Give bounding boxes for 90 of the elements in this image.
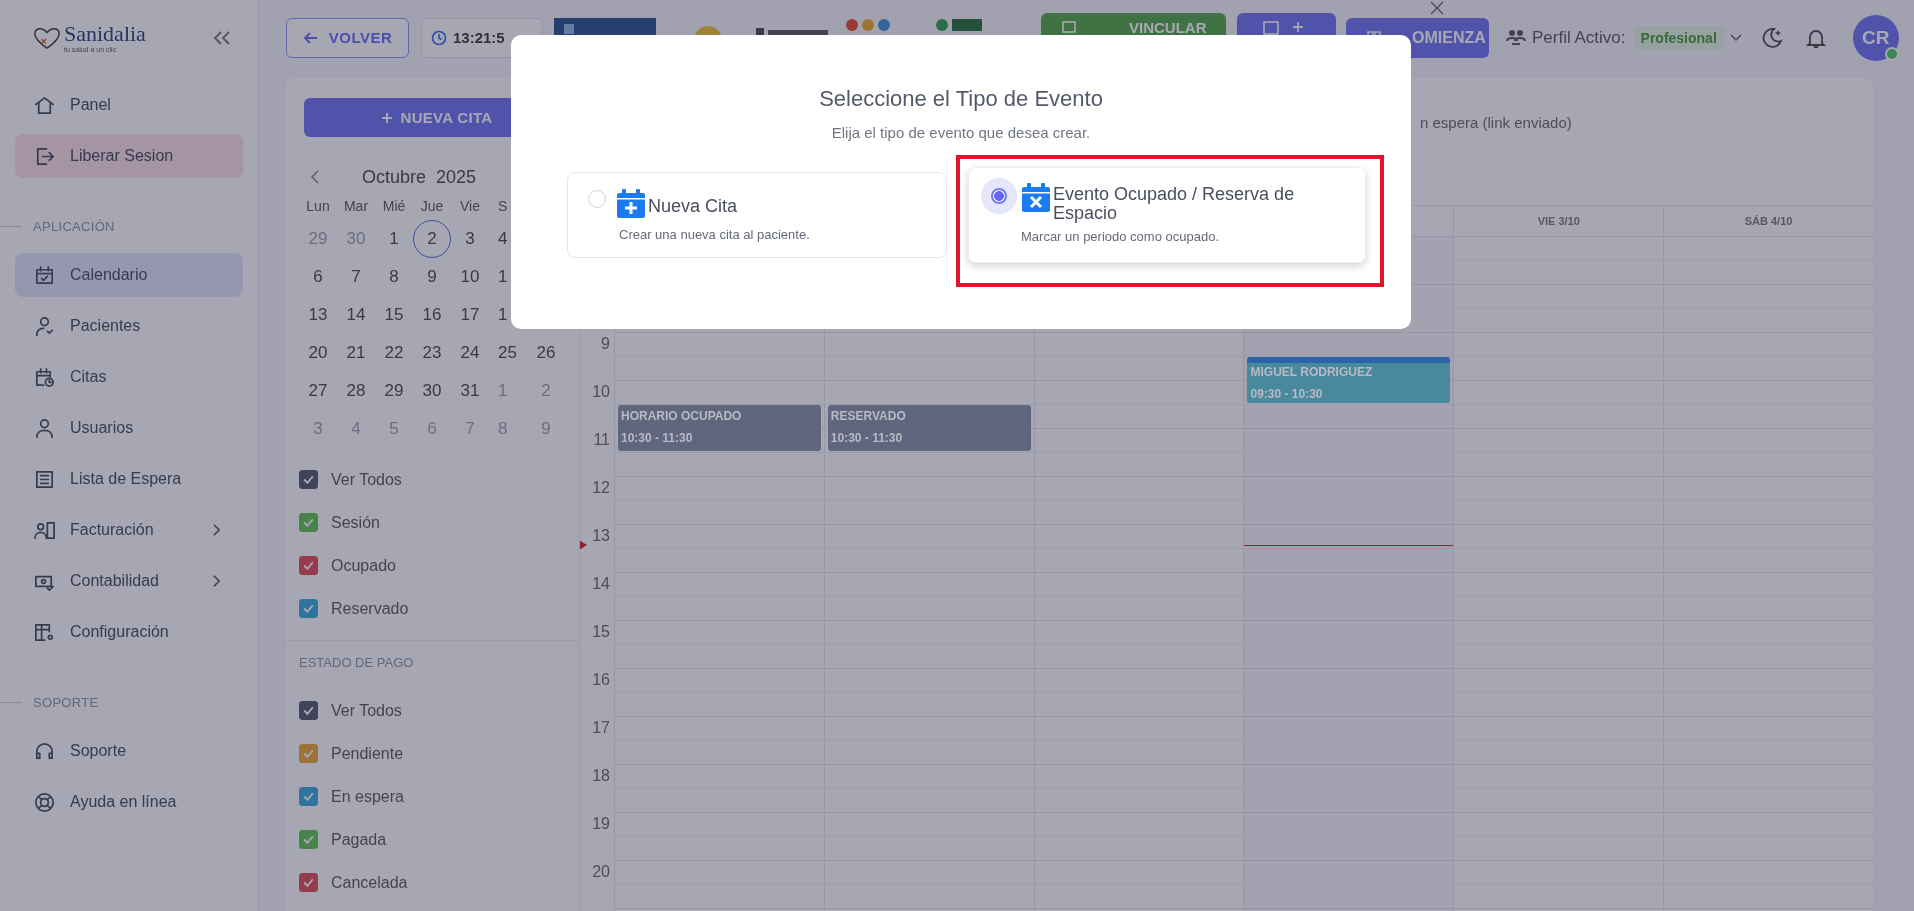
day-header: VIE 3/10: [1537, 215, 1580, 227]
calendar-day[interactable]: 13: [299, 296, 337, 334]
weekday-label: Jue: [419, 198, 445, 216]
day-header: SÁB 4/10: [1744, 215, 1793, 227]
event-title: RESERVADO: [830, 409, 907, 423]
sidebar-item[interactable]: Ayuda en línea: [15, 780, 243, 824]
calendar-day[interactable]: 31: [451, 372, 489, 410]
hour-label: 16: [591, 670, 611, 689]
calendar-day[interactable]: 27: [299, 372, 337, 410]
section-heading: APLICACIÓN: [33, 218, 115, 234]
back-button[interactable]: VOLVER: [286, 17, 409, 58]
calendar-event[interactable]: RESERVADO 10:30 - 11:30: [827, 405, 1031, 451]
weekday-label: Mar: [342, 198, 370, 216]
calendar-day[interactable]: 29: [375, 372, 413, 410]
filter-label: Ocupado: [331, 556, 396, 575]
sidebar-item[interactable]: Liberar Sesion: [15, 134, 243, 178]
filter-heading: ESTADO DE PAGO: [299, 655, 415, 672]
option-title: Evento Ocupado / Reserva de Espacio: [1053, 183, 1296, 223]
calendar-day[interactable]: 26: [527, 334, 565, 372]
calendar-day[interactable]: 21: [337, 334, 375, 372]
calendar-day[interactable]: 25: [489, 334, 527, 372]
filter-label: Pendiente: [331, 744, 404, 763]
option-title: Nueva Cita: [648, 195, 739, 216]
event-title: HORARIO OCUPADO: [621, 409, 743, 423]
calendar-day[interactable]: 20: [299, 334, 337, 372]
calendar-day[interactable]: 17: [451, 296, 489, 334]
year-label: 2025: [436, 166, 477, 188]
dialog-title: Seleccione el Tipo de Evento: [819, 86, 1103, 112]
hour-label: 19: [591, 814, 611, 833]
sidebar-item[interactable]: Calendario: [15, 253, 243, 297]
calendar-day[interactable]: 30: [413, 372, 451, 410]
calendar-day[interactable]: 6: [299, 258, 337, 296]
sidebar-item[interactable]: Lista de Espera: [15, 457, 243, 501]
hour-label: 11: [592, 430, 611, 449]
event-time: 10:30 - 11:30: [621, 431, 694, 445]
calendar-day[interactable]: 28: [337, 372, 375, 410]
weekday-label: Mié: [381, 198, 407, 216]
calendar-day[interactable]: 7: [337, 258, 375, 296]
filter-label: Ver Todos: [331, 701, 402, 720]
calendar-day[interactable]: 15: [375, 296, 413, 334]
section-heading: SOPORTE: [33, 694, 99, 710]
event-time: 09:30 - 10:30: [1250, 387, 1324, 401]
calendar-day[interactable]: 8: [375, 258, 413, 296]
calendar-day[interactable]: 24: [451, 334, 489, 372]
hour-label: 18: [591, 766, 611, 785]
calendar-day[interactable]: 3: [451, 220, 489, 258]
option-card[interactable]: Evento Ocupado / Reserva de Espacio Marcar un periodo como ocupado.: [968, 167, 1366, 263]
weekday-label: Vie: [459, 198, 481, 216]
filter-label: Cancelada: [331, 873, 408, 892]
hour-label: 15: [591, 622, 611, 641]
profile-badge[interactable]: Profesional: [1633, 25, 1724, 50]
weekday-label: Lun: [305, 198, 331, 216]
calendar-day[interactable]: 10: [451, 258, 489, 296]
option-card[interactable]: Nueva Cita Crear una nueva cita al paciente.: [567, 172, 947, 258]
filter-label: En espera: [331, 787, 404, 806]
hour-label: 17: [591, 718, 611, 737]
hour-label: 12: [591, 478, 611, 497]
hour-label: 10: [591, 382, 611, 401]
sidebar-item[interactable]: Configuración: [15, 610, 243, 654]
event-title: MIGUEL RODRIGUEZ: [1250, 365, 1374, 379]
filter-label: Pagada: [331, 830, 387, 849]
sidebar-item[interactable]: Contabilidad: [15, 559, 243, 603]
calendar-day[interactable]: 23: [413, 334, 451, 372]
hour-label: 9: [600, 334, 611, 353]
calendar-day[interactable]: 16: [413, 296, 451, 334]
calendar-day[interactable]: 9: [413, 258, 451, 296]
calendar-event[interactable]: HORARIO OCUPADO 10:30 - 11:30: [618, 405, 821, 451]
filter-label: Reservado: [331, 599, 409, 618]
sidebar-item[interactable]: Panel: [15, 83, 243, 127]
event-time: 10:30 - 11:30: [830, 431, 904, 445]
profile-label: Perfil Activo:: [1532, 27, 1626, 48]
calendar-day[interactable]: 14: [337, 296, 375, 334]
avatar[interactable]: CR: [1852, 14, 1899, 61]
sidebar-item[interactable]: Soporte: [15, 729, 243, 773]
filter-label: Sesión: [331, 513, 380, 532]
calendar-day[interactable]: 1: [375, 220, 413, 258]
hour-label: 13: [591, 526, 611, 545]
hour-label: 14: [591, 574, 611, 593]
weekday-label: S: [497, 198, 509, 216]
month-label: Octubre: [362, 166, 427, 188]
sidebar-item[interactable]: Pacientes: [15, 304, 243, 348]
hour-label: 20: [591, 862, 611, 881]
sidebar-item[interactable]: Usuarios: [15, 406, 243, 450]
legend-label: n espera (link enviado): [1420, 114, 1572, 131]
sidebar-item[interactable]: Facturación: [15, 508, 243, 552]
filter-label: Ver Todos: [331, 470, 402, 489]
dialog-subtitle: Elija el tipo de evento que desea crear.: [831, 124, 1091, 141]
sidebar-item[interactable]: Citas: [15, 355, 243, 399]
brand-name: Sanidalia: [64, 21, 146, 46]
calendar-day[interactable]: 22: [375, 334, 413, 372]
